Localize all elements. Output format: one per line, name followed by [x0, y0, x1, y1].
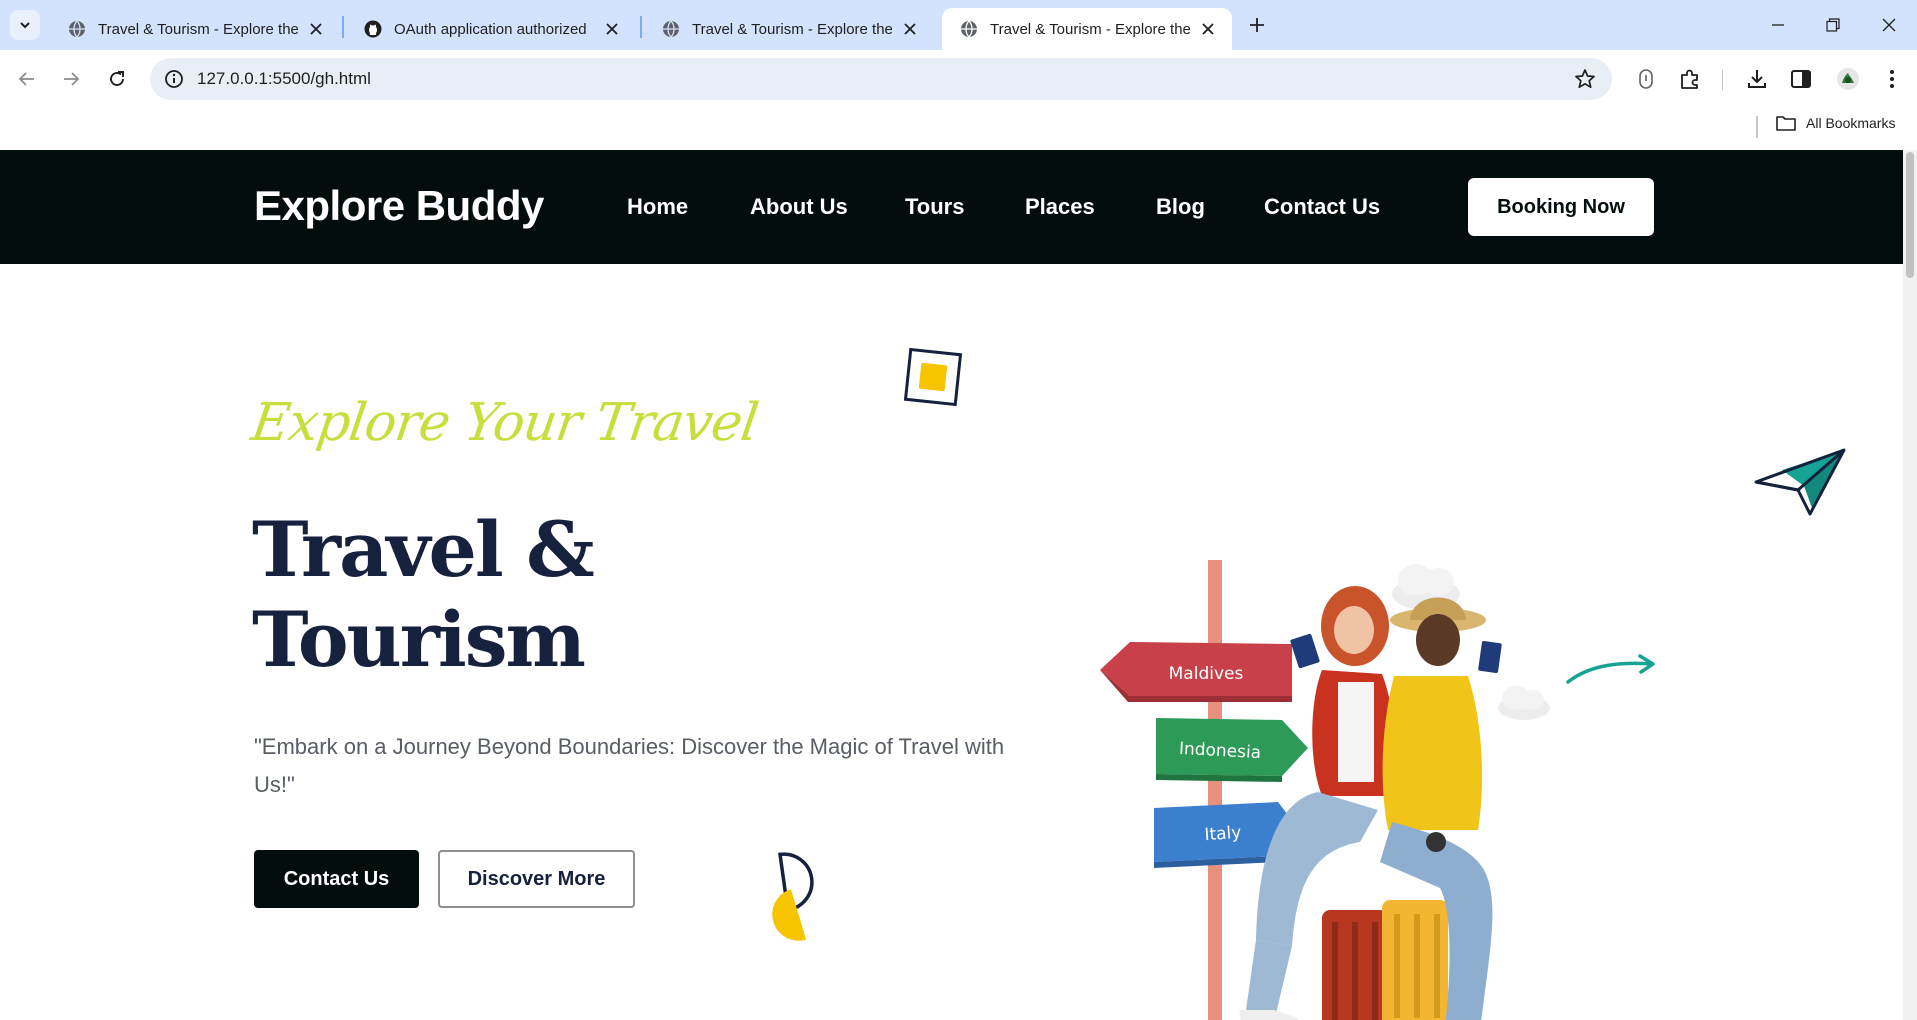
tab-search-button[interactable] [10, 10, 40, 40]
cloud-icon [1498, 686, 1550, 720]
menu-button[interactable] [1880, 67, 1904, 91]
nav-home[interactable]: Home [627, 194, 688, 220]
new-tab-button[interactable] [1245, 13, 1269, 37]
tab-4-active[interactable]: Travel & Tourism - Explore the D [942, 8, 1232, 50]
globe-icon [961, 20, 977, 38]
hero-title: Travel & Tourism [252, 505, 595, 685]
hero-illustration: Maldives Indonesia Italy [1100, 560, 1550, 1020]
half-circle-decor-icon [772, 852, 814, 941]
back-button[interactable] [12, 64, 42, 94]
bookmarks-divider [1756, 116, 1758, 138]
tab-strip: Travel & Tourism - Explore the D OAuth a… [0, 0, 1917, 50]
sign-label-italy: Italy [1204, 823, 1242, 846]
all-bookmarks-label: All Bookmarks [1806, 115, 1896, 131]
toolbar-divider [1722, 70, 1723, 90]
minimize-icon [1772, 24, 1784, 26]
nav-contact-us[interactable]: Contact Us [1264, 194, 1380, 220]
extensions-button[interactable] [1678, 67, 1702, 91]
browser-toolbar: 127.0.0.1:5500/gh.html [0, 50, 1917, 108]
chevron-down-icon [20, 22, 30, 29]
restore-icon [1826, 18, 1840, 32]
square-decor-icon [903, 347, 963, 407]
page-viewport: Explore Buddy Home About Us Tours Places… [0, 150, 1917, 1020]
extension-badge[interactable] [1634, 67, 1658, 91]
tab-divider [640, 16, 642, 38]
suitcase-yellow [1382, 900, 1448, 1020]
arrow-decor-icon [1566, 654, 1655, 684]
globe-icon [69, 20, 85, 38]
download-icon [1748, 70, 1766, 88]
reload-button[interactable] [102, 64, 132, 94]
tab-title: Travel & Tourism - Explore the D [692, 20, 892, 38]
nav-blog[interactable]: Blog [1156, 194, 1205, 220]
booking-now-button[interactable]: Booking Now [1468, 178, 1654, 236]
close-window-button[interactable] [1877, 13, 1901, 37]
scrollbar-thumb[interactable] [1906, 152, 1914, 278]
kebab-menu-icon [1890, 70, 1894, 88]
tab-1[interactable]: Travel & Tourism - Explore the D [50, 8, 340, 50]
sign-label-maldives: Maldives [1169, 664, 1244, 684]
tab-2[interactable]: OAuth application authorized [346, 8, 636, 50]
site-logo[interactable]: Explore Buddy [254, 182, 544, 230]
hero-title-line-1: Travel & [252, 505, 595, 594]
minimize-button[interactable] [1766, 13, 1790, 37]
site-header: Explore Buddy Home About Us Tours Places… [0, 150, 1903, 264]
nav-about-us[interactable]: About Us [750, 194, 848, 220]
all-bookmarks-button[interactable]: All Bookmarks [1776, 115, 1895, 131]
restore-button[interactable] [1821, 13, 1845, 37]
close-icon[interactable] [900, 19, 920, 39]
arrow-left-icon [18, 72, 34, 86]
folder-icon [1776, 116, 1796, 131]
bookmark-star-icon[interactable] [1574, 68, 1596, 90]
url-text[interactable]: 127.0.0.1:5500/gh.html [197, 69, 371, 89]
site-info-icon[interactable] [164, 69, 184, 89]
forward-button[interactable] [56, 64, 86, 94]
reload-icon [110, 71, 124, 86]
puzzle-icon [1681, 69, 1698, 89]
suitcase-red [1322, 910, 1388, 1020]
bookmarks-bar: All Bookmarks [0, 108, 1917, 150]
hero-subtitle: "Embark on a Journey Beyond Boundaries: … [254, 734, 1005, 797]
close-icon[interactable] [1198, 19, 1218, 39]
address-bar[interactable]: 127.0.0.1:5500/gh.html [150, 58, 1612, 100]
arrow-right-icon [64, 72, 80, 86]
discover-more-button[interactable]: Discover More [438, 850, 635, 908]
plus-icon [1250, 18, 1264, 32]
tab-3[interactable]: Travel & Tourism - Explore the D [644, 8, 934, 50]
side-panel-button[interactable] [1789, 67, 1813, 91]
paper-plane-icon [1754, 448, 1846, 516]
side-panel-icon [1791, 70, 1811, 88]
signpost-pole [1208, 560, 1222, 1020]
tab-title: Travel & Tourism - Explore the D [990, 20, 1190, 38]
avatar [1837, 68, 1859, 90]
tab-title: Travel & Tourism - Explore the D [98, 20, 298, 38]
profile-button[interactable] [1836, 67, 1860, 91]
close-icon [1882, 18, 1896, 32]
page-scrollbar[interactable] [1903, 150, 1917, 1020]
tab-title: OAuth application authorized [394, 20, 587, 38]
downloads-button[interactable] [1745, 67, 1769, 91]
close-icon[interactable] [306, 19, 326, 39]
tab-divider [342, 16, 344, 38]
close-icon[interactable] [602, 19, 622, 39]
hero-tagline: Explore Your Travel [247, 393, 762, 453]
shield-icon [1639, 69, 1653, 89]
globe-icon [663, 20, 679, 38]
github-icon [364, 20, 382, 38]
contact-us-button[interactable]: Contact Us [254, 850, 419, 908]
hero-title-line-2: Tourism [252, 595, 586, 684]
nav-places[interactable]: Places [1025, 194, 1095, 220]
nav-tours[interactable]: Tours [905, 194, 964, 220]
